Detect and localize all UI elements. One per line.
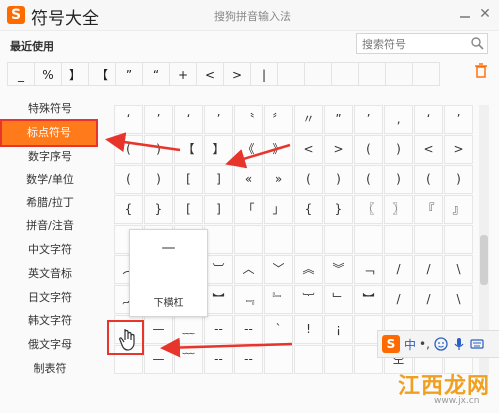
- microphone-icon[interactable]: [452, 337, 466, 351]
- watermark-url: www.jx.cn: [434, 396, 480, 406]
- emoji-icon[interactable]: [434, 337, 448, 351]
- arrow-to-dash: [160, 337, 293, 358]
- keyboard-icon[interactable]: [470, 337, 484, 351]
- ime-toolbar: S 中 •,: [377, 330, 499, 358]
- ime-logo[interactable]: S: [382, 335, 400, 353]
- symbol-window: S 符号大全 搜狗拼音输入法 ✕ 最近使用 _ % 】 【 ” “ + < > …: [0, 0, 499, 413]
- arrow-from-grid: [225, 143, 291, 169]
- arrow-to-sidebar: [105, 132, 181, 153]
- ime-mode-toggle[interactable]: 中: [404, 336, 416, 353]
- ime-punct-toggle[interactable]: •,: [419, 337, 430, 351]
